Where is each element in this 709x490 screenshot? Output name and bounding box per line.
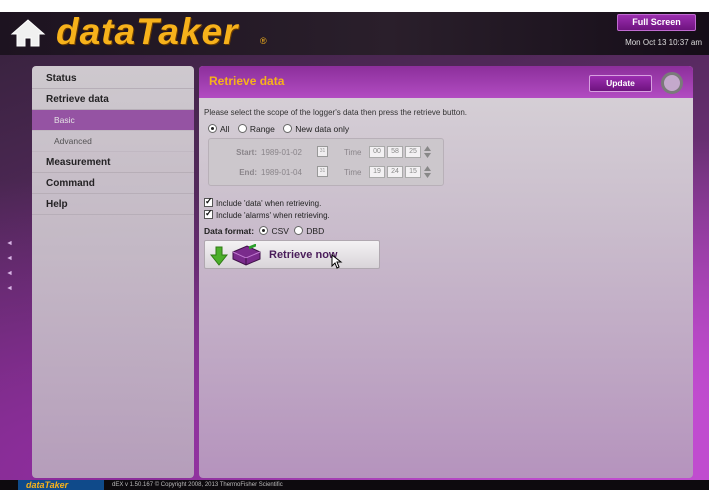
arrow-left-icon[interactable]: ◄ <box>6 240 13 255</box>
radio-icon[interactable] <box>294 226 304 235</box>
retrieve-now-label: Retrieve now <box>269 249 338 261</box>
radio-checked-icon[interactable] <box>259 226 269 235</box>
page-title: Retrieve data <box>209 74 285 88</box>
full-screen-button[interactable]: Full Screen <box>617 14 696 31</box>
range-box: Start: 1989-01-02 31 Time 00 58 25 End: … <box>208 138 444 186</box>
calendar-icon[interactable]: 31 <box>317 146 328 157</box>
start-time-stepper-icon[interactable] <box>423 145 432 159</box>
datetime-display: Mon Oct 13 10:37 am <box>625 38 702 47</box>
sidebar-item-basic[interactable]: Basic <box>32 110 194 131</box>
instruction-text: Please select the scope of the logger's … <box>204 108 468 117</box>
mouse-pointer-icon <box>331 254 343 269</box>
start-date-field[interactable]: 1989-01-02 <box>261 148 302 157</box>
format-option-csv[interactable]: CSV <box>259 226 289 236</box>
end-label: End: <box>239 168 257 177</box>
scope-radio-group: All Range New data only <box>208 124 355 134</box>
activity-indicator-icon <box>661 72 683 94</box>
start-range-row: Start: 1989-01-02 31 Time 00 58 25 <box>209 145 445 161</box>
footer-bar <box>0 480 709 490</box>
data-format-label: Data format: <box>204 226 255 236</box>
end-time-stepper-icon[interactable] <box>423 165 432 179</box>
scope-option-new-data-only[interactable]: New data only <box>283 124 349 134</box>
end-date-field[interactable]: 1989-01-04 <box>261 168 302 177</box>
sidebar-item-status[interactable]: Status <box>32 68 194 89</box>
end-time-label: Time <box>344 168 362 177</box>
update-button[interactable]: Update <box>589 75 652 92</box>
sidebar-item-advanced[interactable]: Advanced <box>32 131 194 152</box>
start-hour-input[interactable]: 00 <box>369 146 385 158</box>
end-second-input[interactable]: 15 <box>405 166 421 178</box>
start-second-input[interactable]: 25 <box>405 146 421 158</box>
arrow-left-icon[interactable]: ◄ <box>6 255 13 270</box>
start-time-label: Time <box>344 148 362 157</box>
end-range-row: End: 1989-01-04 31 Time 19 24 15 <box>209 165 445 181</box>
sidebar-nav: Status Retrieve data Basic Advanced Meas… <box>32 66 194 478</box>
include-data-checkbox-row[interactable]: Include 'data' when retrieving. <box>204 196 322 208</box>
sidebar-item-measurement[interactable]: Measurement <box>32 152 194 173</box>
include-data-label: Include 'data' when retrieving. <box>216 199 322 208</box>
format-option-dbd[interactable]: DBD <box>291 226 324 236</box>
data-logger-icon <box>232 244 261 266</box>
calendar-icon[interactable]: 31 <box>317 166 328 177</box>
app-header: dataTaker ® Full Screen Mon Oct 13 10:37… <box>0 0 709 56</box>
sidebar-item-command[interactable]: Command <box>32 173 194 194</box>
arrow-left-icon[interactable]: ◄ <box>6 285 13 300</box>
sidebar-item-retrieve-data[interactable]: Retrieve data <box>32 89 194 110</box>
radio-icon[interactable] <box>237 124 247 133</box>
footer-copyright: dEX v 1.50.167 © Copyright 2008, 2013 Th… <box>112 482 283 488</box>
registered-mark: ® <box>260 36 267 46</box>
include-alarms-label: Include 'alarms' when retrieving. <box>216 211 330 220</box>
start-label: Start: <box>236 148 257 157</box>
panel-header: Retrieve data Update <box>199 66 693 98</box>
end-hour-input[interactable]: 19 <box>369 166 385 178</box>
retrieve-now-button[interactable]: Retrieve now <box>204 240 380 269</box>
end-minute-input[interactable]: 24 <box>387 166 403 178</box>
scope-option-all[interactable]: All <box>208 124 229 134</box>
arrow-left-icon[interactable]: ◄ <box>6 270 13 285</box>
radio-icon[interactable] <box>283 124 293 133</box>
home-icon[interactable] <box>10 18 46 48</box>
data-format-group: Data format: CSV DBD <box>204 226 324 236</box>
start-minute-input[interactable]: 58 <box>387 146 403 158</box>
footer-brand-logo: dataTaker <box>18 480 104 490</box>
checkbox-checked-icon[interactable] <box>204 208 213 219</box>
sidebar-item-help[interactable]: Help <box>32 194 194 215</box>
download-arrow-icon <box>210 246 228 266</box>
scope-option-range[interactable]: Range <box>237 124 275 134</box>
left-collapse-arrows: ◄ ◄ ◄ ◄ <box>6 240 13 300</box>
radio-checked-icon[interactable] <box>208 124 217 133</box>
checkbox-checked-icon[interactable] <box>204 196 213 207</box>
brand-logo: dataTaker <box>56 11 239 52</box>
include-alarms-checkbox-row[interactable]: Include 'alarms' when retrieving. <box>204 208 330 220</box>
retrieve-data-panel: Retrieve data Update Please select the s… <box>199 66 693 478</box>
